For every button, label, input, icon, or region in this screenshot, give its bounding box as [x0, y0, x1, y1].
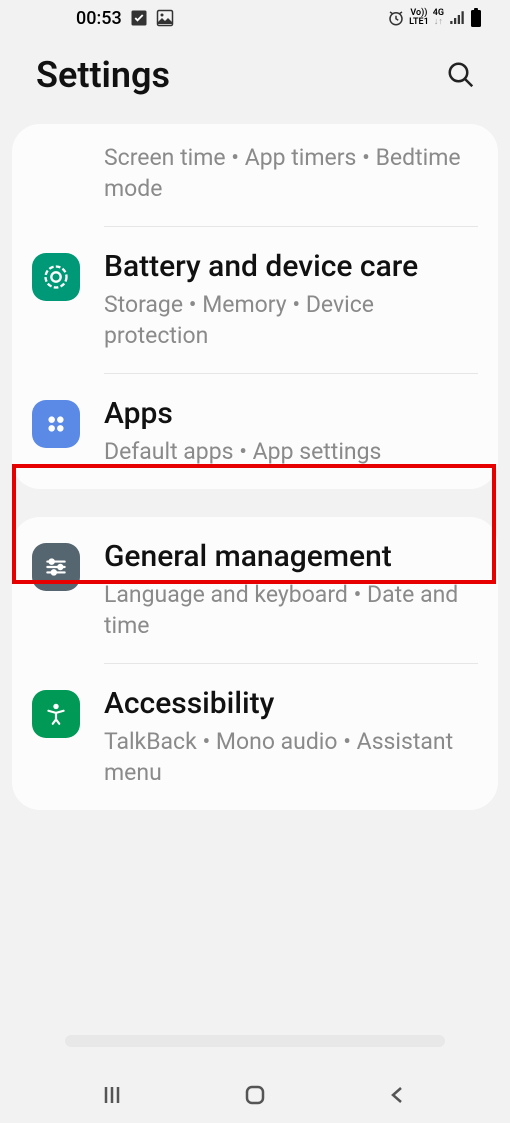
general-management-icon [32, 543, 80, 591]
battery-icon [470, 8, 482, 28]
settings-item-accessibility[interactable]: Accessibility TalkBack • Mono audio • As… [12, 664, 498, 810]
item-subtitle: Language and keyboard • Date and time [104, 579, 478, 641]
clock-text: 00:53 [76, 8, 122, 29]
item-title: Battery and device care [104, 249, 478, 285]
settings-item-battery-device-care[interactable]: Battery and device care Storage • Memory… [12, 227, 498, 373]
settings-group-general: General management Language and keyboard… [12, 517, 498, 810]
item-subtitle: Storage • Memory • Device protection [104, 289, 478, 351]
page-header: Settings [0, 36, 510, 124]
item-subtitle: Default apps • App settings [104, 436, 478, 467]
device-care-icon [32, 253, 80, 301]
search-icon [446, 60, 476, 90]
alarm-icon [387, 9, 405, 27]
item-subtitle: Screen time • App timers • Bedtime mode [104, 142, 478, 204]
signal-icon [448, 9, 466, 27]
item-subtitle: TalkBack • Mono audio • Assistant menu [104, 726, 478, 788]
network-indicator: 4G ↓↑ [433, 9, 444, 27]
item-title: Accessibility [104, 686, 478, 722]
apps-icon [32, 400, 80, 448]
back-button[interactable] [384, 1081, 412, 1109]
status-bar: 00:53 Vo)) LTE1 4G ↓↑ [0, 0, 510, 36]
search-button[interactable] [444, 58, 478, 92]
home-icon [243, 1083, 267, 1107]
recents-icon [100, 1083, 124, 1107]
page-title: Settings [36, 54, 170, 96]
navigation-bar [0, 1067, 510, 1123]
recents-button[interactable] [98, 1081, 126, 1109]
settings-group-device: Screen time • App timers • Bedtime mode … [12, 124, 498, 489]
settings-item-apps[interactable]: Apps Default apps • App settings [12, 374, 498, 489]
accessibility-icon [32, 690, 80, 738]
checkbox-icon [130, 9, 148, 27]
settings-item-digital-wellbeing-partial[interactable]: Screen time • App timers • Bedtime mode [12, 124, 498, 226]
volte-indicator: Vo)) LTE1 [409, 9, 429, 27]
status-right: Vo)) LTE1 4G ↓↑ [387, 8, 482, 28]
status-left: 00:53 [76, 8, 174, 29]
image-icon [156, 9, 174, 27]
home-button[interactable] [241, 1081, 269, 1109]
item-title: Apps [104, 396, 478, 432]
settings-item-general-management[interactable]: General management Language and keyboard… [12, 517, 498, 663]
back-icon [386, 1083, 410, 1107]
item-title: General management [104, 539, 478, 575]
scroll-indicator [65, 1035, 445, 1047]
